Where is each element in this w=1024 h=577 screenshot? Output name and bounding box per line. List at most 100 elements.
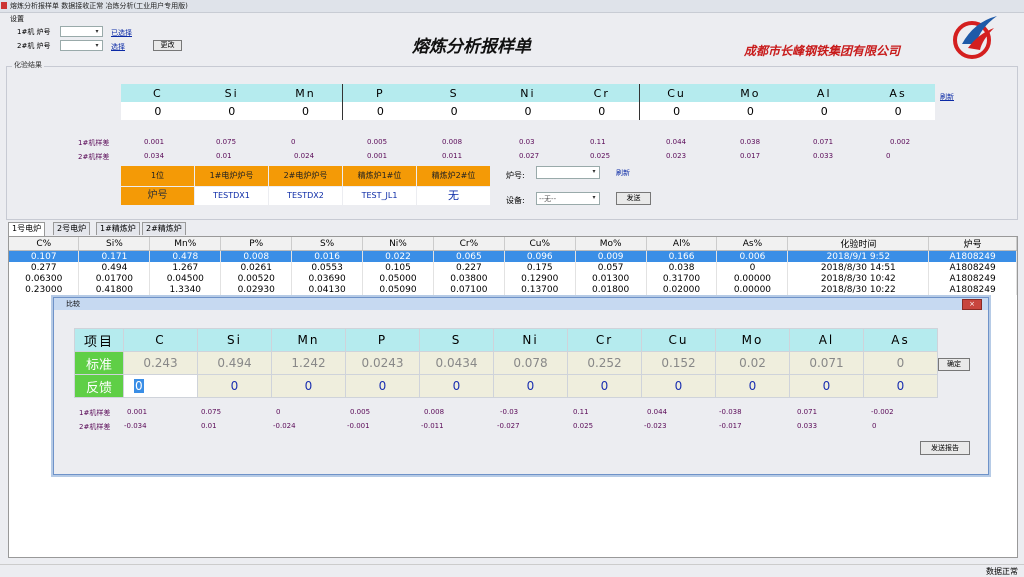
element-header: Si: [194, 84, 269, 102]
furnace2-label: 2#机 炉号: [17, 42, 51, 50]
tab-furnace-2[interactable]: 2号电炉: [53, 222, 91, 235]
standard-value[interactable]: 0.152: [641, 351, 716, 375]
column-header[interactable]: C%: [9, 237, 80, 251]
tab-refining-1[interactable]: 1#精炼炉: [96, 222, 140, 235]
sample1-value: 0.075: [216, 138, 237, 146]
feedback-value[interactable]: 0: [641, 374, 716, 398]
element-header: Al: [787, 84, 862, 102]
feedback-value[interactable]: 0: [271, 374, 346, 398]
send-report-button[interactable]: 发送报告: [920, 441, 970, 455]
feedback-value[interactable]: 0: [345, 374, 420, 398]
dialog-sample2-value: -0.023: [644, 422, 667, 430]
element-header: Ni: [493, 328, 568, 352]
table-row[interactable]: 0.23000 0.41800 1.3340 0.02930 0.04130 0.0509…: [9, 284, 1017, 295]
column-header[interactable]: Al%: [646, 237, 718, 251]
chevron-down-icon: ▾: [95, 42, 99, 49]
feedback-value[interactable]: 0: [493, 374, 568, 398]
furnace-refresh-link[interactable]: 刷新: [616, 168, 630, 178]
table-cell: 0.02000: [646, 284, 718, 295]
table-cell: 0.23000: [9, 284, 80, 295]
refresh-link[interactable]: 刷新: [940, 92, 954, 102]
dialog-sample1-value: 0: [276, 408, 281, 416]
table-row[interactable]: 0.107 0.171 0.478 0.008 0.016 0.022 0.065 0.096…: [9, 250, 1017, 262]
standard-value[interactable]: 0.078: [493, 351, 568, 375]
table-row[interactable]: 0.06300 0.01700 0.04500 0.00520 0.03690 0.050…: [9, 273, 1017, 284]
table-cell: 0.01300: [575, 273, 647, 284]
feedback-value[interactable]: 0: [123, 374, 198, 398]
apply-button[interactable]: 更改: [153, 40, 182, 51]
dialog-sample2-value: -0.024: [273, 422, 296, 430]
compare-table: 项目 C Si Mn P S Ni Cr Cu Mo Al As 标准 0.24…: [74, 328, 938, 398]
standard-value[interactable]: 0: [863, 351, 938, 375]
column-header[interactable]: 化验时间: [787, 237, 930, 251]
table-cell: A1808249: [928, 273, 1017, 284]
tab-refining-2[interactable]: 2#精炼炉: [142, 222, 186, 235]
standard-value[interactable]: 0.0243: [345, 351, 420, 375]
table-cell: 0.06300: [9, 273, 80, 284]
header-row-label: 项目: [74, 328, 124, 352]
station-value: TESTDX1: [195, 187, 268, 205]
column-header[interactable]: 炉号: [928, 237, 1017, 251]
confirm-button[interactable]: 确定: [938, 358, 970, 371]
column-header[interactable]: Cu%: [504, 237, 576, 251]
feedback-value[interactable]: 0: [789, 374, 864, 398]
feedback-value[interactable]: 0: [419, 374, 494, 398]
furnace-select[interactable]: ▾: [536, 166, 600, 179]
column-header[interactable]: As%: [716, 237, 789, 251]
sample1-value: 0.071: [813, 138, 834, 146]
column-header[interactable]: Mn%: [149, 237, 222, 251]
table-cell: 0.171: [78, 250, 151, 262]
standard-value[interactable]: 0.0434: [419, 351, 494, 375]
sample2-value: 0.024: [294, 152, 315, 160]
furnace2-combo[interactable]: ▾: [60, 40, 103, 51]
element-header: C: [121, 84, 195, 102]
standard-value[interactable]: 0.494: [197, 351, 272, 375]
table-cell: 0.065: [433, 250, 505, 262]
element-value: 0: [564, 102, 640, 120]
dialog-sample1-value: 0.11: [573, 408, 589, 416]
column-header[interactable]: Cr%: [433, 237, 505, 251]
column-header[interactable]: Mo%: [575, 237, 647, 251]
column-header[interactable]: P%: [220, 237, 293, 251]
table-cell: 0.016: [291, 250, 364, 262]
table-cell: 0.0261: [220, 262, 293, 273]
set1-link[interactable]: 已选择: [111, 28, 132, 38]
element-header: P: [345, 328, 420, 352]
column-header[interactable]: Si%: [78, 237, 151, 251]
dialog-titlebar: 比较 ×: [54, 298, 988, 310]
sample2-value: 0.033: [813, 152, 834, 160]
feedback-value[interactable]: 0: [863, 374, 938, 398]
table-cell: 0.277: [9, 262, 80, 273]
dialog-sample2-value: 0: [872, 422, 877, 430]
dialog-sample1-value: -0.03: [500, 408, 519, 416]
feedback-value[interactable]: 0: [715, 374, 790, 398]
furnace1-label: 1#机 炉号: [17, 28, 51, 36]
column-header[interactable]: S%: [291, 237, 364, 251]
standard-value[interactable]: 0.02: [715, 351, 790, 375]
set2-link[interactable]: 选择: [111, 42, 125, 52]
table-cell: A1808249: [928, 262, 1017, 273]
table-cell: 2018/9/1 9:52: [787, 250, 930, 262]
device-select-label: 设备:: [506, 196, 525, 205]
feedback-value[interactable]: 0: [567, 374, 642, 398]
element-value: 0: [491, 102, 565, 120]
element-header: Mn: [268, 84, 343, 102]
column-header[interactable]: Ni%: [362, 237, 434, 251]
table-row[interactable]: 0.277 0.494 1.267 0.0261 0.0553 0.105 0.227 0.1…: [9, 262, 1017, 273]
send-button[interactable]: 发送: [616, 192, 651, 205]
dialog-sample2-value: -0.027: [497, 422, 520, 430]
standard-value[interactable]: 0.252: [567, 351, 642, 375]
table-cell: 0.00520: [220, 273, 293, 284]
standard-value[interactable]: 0.071: [789, 351, 864, 375]
sample1-value: 0: [291, 138, 296, 146]
standard-value[interactable]: 0.243: [123, 351, 198, 375]
device-select[interactable]: --无-- ▾: [536, 192, 600, 205]
sample2-value: 0.011: [442, 152, 463, 160]
standard-value[interactable]: 1.242: [271, 351, 346, 375]
furnace1-combo[interactable]: ▾: [60, 26, 103, 37]
chevron-down-icon: ▾: [592, 194, 596, 201]
table-cell: 0.04500: [149, 273, 222, 284]
tab-furnace-1[interactable]: 1号电炉: [8, 222, 46, 236]
close-icon[interactable]: ×: [962, 299, 982, 310]
feedback-value[interactable]: 0: [197, 374, 272, 398]
